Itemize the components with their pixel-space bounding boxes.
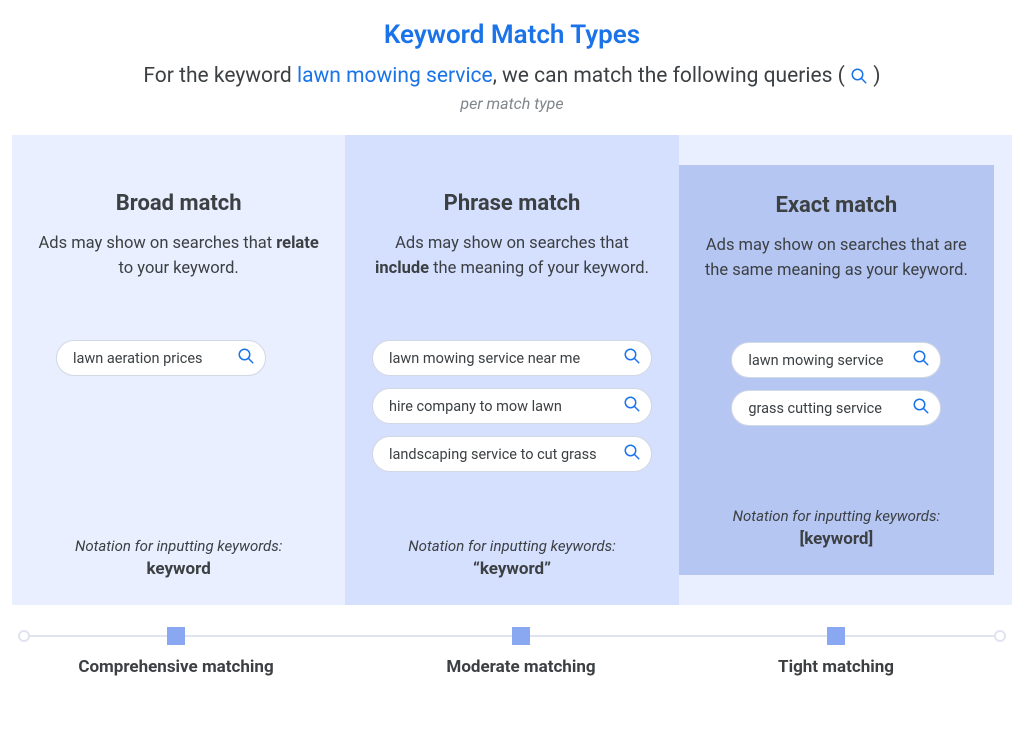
query-pill: lawn mowing service near me xyxy=(372,340,652,376)
page-title: Keyword Match Types xyxy=(12,20,1012,50)
query-text: landscaping service to cut grass xyxy=(389,446,623,463)
exact-desc: Ads may show on searches that are the sa… xyxy=(701,234,972,312)
scale-marker-mid xyxy=(512,627,530,645)
search-icon xyxy=(623,347,641,369)
col-broad: Broad match Ads may show on searches tha… xyxy=(12,135,345,605)
query-text: lawn aeration prices xyxy=(73,350,237,367)
col-exact: Exact match Ads may show on searches tha… xyxy=(679,165,994,575)
exact-notation-value: [keyword] xyxy=(799,529,873,549)
per-match-type: per match type xyxy=(12,94,1012,113)
scale-label-mid: Moderate matching xyxy=(446,657,595,677)
scale-marker-right xyxy=(827,627,845,645)
match-panel: Broad match Ads may show on searches tha… xyxy=(12,135,1012,605)
phrase-notation-label: Notation for inputting keywords: xyxy=(408,537,615,555)
broad-heading: Broad match xyxy=(116,191,242,216)
query-pill: grass cutting service xyxy=(731,390,941,426)
query-pill: hire company to mow lawn xyxy=(372,388,652,424)
exact-heading: Exact match xyxy=(775,193,897,218)
subtitle-end: ) xyxy=(868,64,881,88)
subtitle-post: , we can match the following queries ( xyxy=(493,64,850,88)
phrase-pills: lawn mowing service near me hire company… xyxy=(367,340,656,527)
scale-label-left: Comprehensive matching xyxy=(78,657,273,677)
query-text: lawn mowing service near me xyxy=(389,350,623,367)
search-icon xyxy=(912,349,930,371)
exact-pills: lawn mowing service grass cutting servic… xyxy=(701,342,972,497)
subtitle-keyword: lawn mowing service xyxy=(297,64,493,88)
search-icon xyxy=(850,67,868,85)
broad-pills: lawn aeration prices xyxy=(34,340,323,527)
query-text: grass cutting service xyxy=(748,400,912,417)
scale-end-right xyxy=(994,630,1006,642)
query-pill: lawn mowing service xyxy=(731,342,941,378)
phrase-desc: Ads may show on searches that include th… xyxy=(367,232,656,310)
search-icon xyxy=(623,443,641,465)
query-pill: landscaping service to cut grass xyxy=(372,436,652,472)
search-icon xyxy=(623,395,641,417)
scale-end-left xyxy=(18,630,30,642)
broad-notation-label: Notation for inputting keywords: xyxy=(75,537,282,555)
query-text: hire company to mow lawn xyxy=(389,398,623,415)
search-icon xyxy=(237,347,255,369)
search-icon xyxy=(912,397,930,419)
col-phrase: Phrase match Ads may show on searches th… xyxy=(345,135,678,605)
query-pill: lawn aeration prices xyxy=(56,340,266,376)
subtitle-pre: For the keyword xyxy=(143,64,297,88)
exact-notation-label: Notation for inputting keywords: xyxy=(733,507,940,525)
scale-marker-left xyxy=(167,627,185,645)
scale-label-right: Tight matching xyxy=(778,657,894,677)
query-text: lawn mowing service xyxy=(748,352,912,369)
broad-desc: Ads may show on searches that relate to … xyxy=(34,232,323,310)
scale: Comprehensive matching Moderate matching… xyxy=(12,627,1012,687)
phrase-notation-value: “keyword” xyxy=(473,559,551,579)
phrase-heading: Phrase match xyxy=(444,191,581,216)
subtitle: For the keyword lawn mowing service, we … xyxy=(12,64,1012,88)
broad-notation-value: keyword xyxy=(147,559,211,579)
